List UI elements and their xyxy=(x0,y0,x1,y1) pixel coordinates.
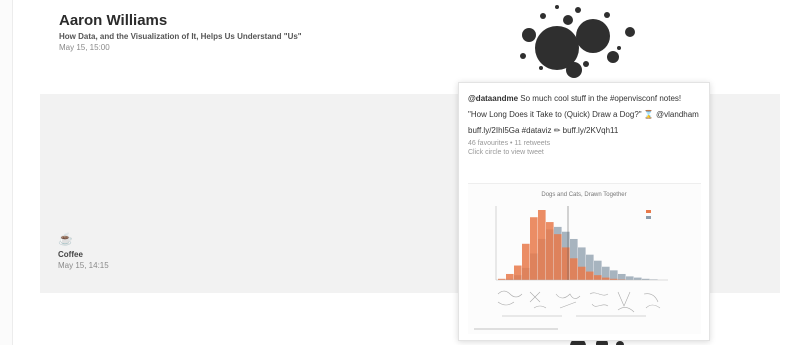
tweet-bubble[interactable] xyxy=(522,28,536,42)
coffee-cup-icon: ☕ xyxy=(58,232,73,246)
tweet-bubble[interactable] xyxy=(566,62,582,78)
histogram-bar xyxy=(610,270,618,280)
histogram-bar xyxy=(514,265,522,280)
chart-legend xyxy=(646,210,651,219)
doodle-sketches xyxy=(497,290,661,317)
tweet-stats: 46 favourites • 11 retweets xyxy=(468,140,551,147)
histogram-bar xyxy=(578,266,586,280)
tweet-bubble[interactable] xyxy=(617,46,621,50)
histogram-bar xyxy=(522,243,530,280)
hourglass-icon: ⌛ xyxy=(643,110,654,119)
talk-title: How Data, and the Visualization of It, H… xyxy=(59,32,302,41)
histogram-bar xyxy=(570,258,578,280)
tweet-hint: Click circle to view tweet xyxy=(468,149,544,156)
tweet-bubble[interactable] xyxy=(540,13,546,19)
break-item-coffee: ☕ Coffee May 15, 14:15 xyxy=(58,232,109,271)
tweet-bubble[interactable] xyxy=(604,12,610,18)
histogram-bar xyxy=(554,234,562,280)
tweet-text-part-3: buff.ly/2KVqh11 xyxy=(560,126,619,135)
tweet-tooltip[interactable]: @dataandme So much cool stuff in the #op… xyxy=(458,82,710,341)
tweet-bubble[interactable] xyxy=(539,66,543,70)
legend-swatch-blue xyxy=(646,216,651,219)
histogram-chart: Dogs and Cats, Drawn Together xyxy=(474,192,668,330)
histogram-bar xyxy=(602,277,610,280)
talk-header[interactable]: Aaron Williams How Data, and the Visuali… xyxy=(59,12,389,53)
tweet-media-image[interactable]: Dogs and Cats, Drawn Together xyxy=(468,183,701,334)
histogram-bar xyxy=(546,222,554,280)
tweet-bubble[interactable] xyxy=(575,7,581,13)
histogram-bar xyxy=(562,247,570,280)
histogram-bar xyxy=(530,217,538,280)
chart-title: Dogs and Cats, Drawn Together xyxy=(541,192,626,198)
tweet-bubble[interactable] xyxy=(583,61,589,67)
talk-time: May 15, 15:00 xyxy=(59,43,110,52)
tweet-bubble[interactable] xyxy=(576,19,610,53)
histogram-bar xyxy=(506,273,514,280)
tweet-bubble[interactable] xyxy=(563,15,573,25)
histogram-bar xyxy=(594,275,602,280)
tweet-handle[interactable]: @dataandme xyxy=(468,94,518,103)
histogram-bar xyxy=(634,277,642,280)
speaker-name: Aaron Williams xyxy=(59,12,168,29)
histogram-bar xyxy=(626,276,634,280)
histogram-bar xyxy=(618,273,626,280)
legend-swatch-orange xyxy=(646,210,651,213)
histogram-bar xyxy=(586,271,594,280)
histogram-bar xyxy=(538,210,546,280)
histogram-bars xyxy=(498,210,658,280)
tweet-bubble[interactable] xyxy=(607,51,619,63)
break-name: Coffee xyxy=(58,250,83,259)
tweet-bubble[interactable] xyxy=(555,5,559,9)
tweet-bubble[interactable] xyxy=(520,53,526,59)
tweet-text: @dataandme So much cool stuff in the #op… xyxy=(468,91,700,139)
break-time: May 15, 14:15 xyxy=(58,261,109,270)
tweet-bubble[interactable] xyxy=(625,27,635,37)
